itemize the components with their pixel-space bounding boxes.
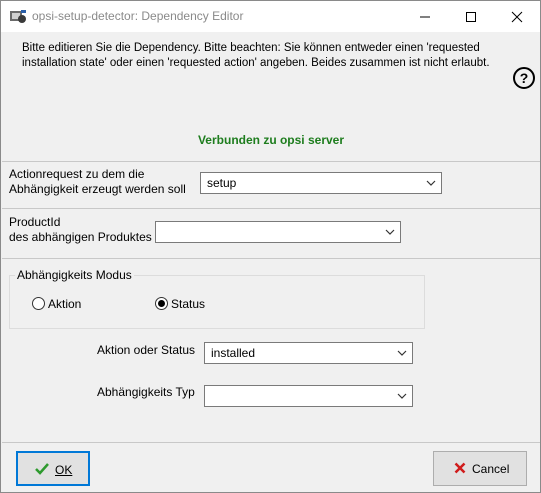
ok-label: OK: [55, 463, 73, 477]
radio-status[interactable]: [155, 297, 168, 310]
cancel-button[interactable]: Cancel: [433, 451, 527, 486]
window-title: opsi-setup-detector: Dependency Editor: [32, 9, 244, 23]
actionrequest-select[interactable]: setup: [200, 172, 442, 194]
minimize-icon: [420, 16, 430, 18]
radio-aktion-label[interactable]: Aktion: [48, 297, 81, 311]
productid-label: ProductId des abhängigen Produktes: [9, 215, 152, 245]
radio-status-label[interactable]: Status: [171, 297, 205, 311]
dependency-type-select[interactable]: [204, 385, 413, 407]
productid-label-line1: ProductId: [9, 215, 61, 229]
maximize-icon: [466, 12, 476, 22]
close-icon: [511, 11, 523, 23]
actionrequest-row: Actionrequest zu dem die Abhängigkeit er…: [2, 162, 540, 209]
chevron-down-icon: [397, 350, 407, 356]
productid-row: ProductId des abhängigen Produktes: [2, 209, 540, 259]
radio-selected-dot: [158, 300, 165, 307]
cancel-label: Cancel: [472, 462, 510, 476]
checkmark-icon: [35, 463, 49, 475]
connection-status: Verbunden zu opsi server: [197, 133, 345, 147]
actionrequest-label-line2: Abhängigkeit erzeugt werden soll: [9, 182, 186, 196]
button-bar: OK Cancel: [2, 442, 540, 493]
chevron-down-icon: [385, 229, 395, 235]
help-icon[interactable]: ?: [513, 67, 535, 89]
minimize-button[interactable]: [402, 1, 448, 32]
chevron-down-icon: [426, 180, 436, 186]
title-bar[interactable]: opsi-setup-detector: Dependency Editor: [1, 1, 540, 32]
dependency-type-label: Abhängigkeits Typ: [97, 385, 195, 399]
x-mark-icon: [454, 462, 466, 474]
actionrequest-label-line1: Actionrequest zu dem die: [9, 167, 145, 181]
ok-button[interactable]: OK: [16, 451, 90, 486]
close-button[interactable]: [494, 1, 540, 32]
info-panel: Bitte editieren Sie die Dependency. Bitt…: [2, 32, 540, 162]
dependency-mode-title: Abhängigkeits Modus: [15, 268, 134, 282]
maximize-button[interactable]: [448, 1, 494, 32]
info-text: Bitte editieren Sie die Dependency. Bitt…: [22, 42, 490, 69]
actionrequest-value: setup: [207, 176, 237, 190]
dependency-editor-window: opsi-setup-detector: Dependency Editor B…: [0, 0, 541, 493]
action-or-status-value: installed: [211, 346, 256, 360]
actionrequest-label: Actionrequest zu dem die Abhängigkeit er…: [9, 167, 186, 197]
action-or-status-select[interactable]: installed: [204, 342, 413, 364]
app-icon: [10, 10, 26, 23]
chevron-down-icon: [397, 393, 407, 399]
action-or-status-label: Aktion oder Status: [97, 343, 196, 357]
productid-label-line2: des abhängigen Produktes: [9, 230, 152, 244]
productid-select[interactable]: [155, 221, 401, 243]
radio-aktion[interactable]: [32, 297, 45, 310]
